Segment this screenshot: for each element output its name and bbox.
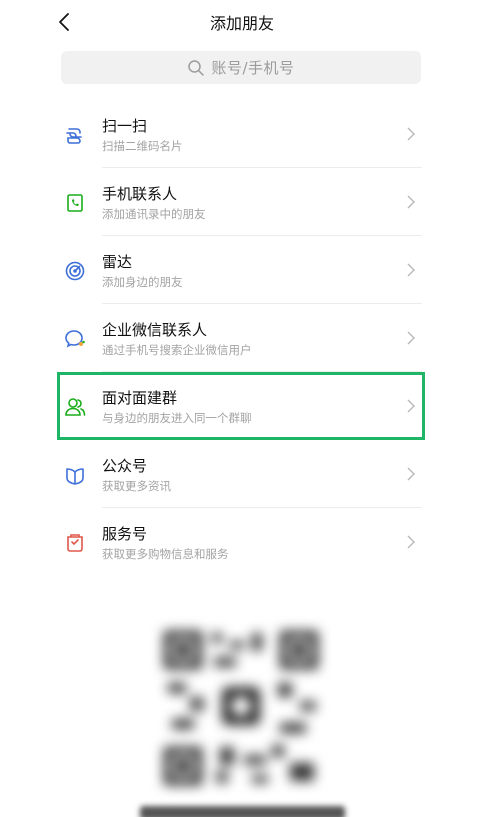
chevron-right-icon xyxy=(407,467,415,481)
option-phone-contacts[interactable]: 手机联系人 添加通讯录中的朋友 xyxy=(0,168,484,236)
option-subtitle: 添加通讯录中的朋友 xyxy=(102,207,206,221)
scan-icon xyxy=(66,128,82,144)
option-title: 公众号 xyxy=(102,457,148,475)
search-icon xyxy=(188,59,205,76)
option-subtitle: 通过手机号搜索企业微信用户 xyxy=(102,343,252,357)
face-to-face-group-icon xyxy=(65,398,86,416)
option-title: 服务号 xyxy=(102,525,148,543)
header: 添加朋友 xyxy=(0,0,484,44)
chevron-right-icon xyxy=(407,127,415,141)
option-title: 扫一扫 xyxy=(102,117,148,135)
option-face-to-face-group[interactable]: 面对面建群 与身边的朋友进入同一个群聊 xyxy=(57,372,425,440)
add-friend-options: 扫一扫 扫描二维码名片 手机联系人 添加通讯录中的朋友 雷达 添加身边的朋友 企… xyxy=(0,100,484,576)
option-title: 面对面建群 xyxy=(102,389,178,407)
qr-caption-blurred xyxy=(140,805,345,817)
qr-code-image xyxy=(160,627,322,789)
option-title: 雷达 xyxy=(102,253,133,271)
chevron-right-icon xyxy=(407,195,415,209)
option-title: 企业微信联系人 xyxy=(102,321,208,339)
service-accounts-icon xyxy=(67,534,83,552)
my-qr-code[interactable] xyxy=(160,627,322,789)
option-subtitle: 与身边的朋友进入同一个群聊 xyxy=(102,411,252,425)
chevron-right-icon xyxy=(407,331,415,345)
work-chat-icon xyxy=(65,330,85,348)
official-accounts-icon xyxy=(66,468,84,485)
option-subtitle: 获取更多购物信息和服务 xyxy=(102,547,229,561)
chevron-right-icon xyxy=(407,263,415,277)
option-official-accounts[interactable]: 公众号 获取更多资讯 xyxy=(0,440,484,508)
option-subtitle: 获取更多资讯 xyxy=(102,479,171,493)
option-subtitle: 扫描二维码名片 xyxy=(102,139,183,153)
option-work-chat-contacts[interactable]: 企业微信联系人 通过手机号搜索企业微信用户 xyxy=(0,304,484,372)
option-radar[interactable]: 雷达 添加身边的朋友 xyxy=(0,236,484,304)
option-service-accounts[interactable]: 服务号 获取更多购物信息和服务 xyxy=(0,508,484,576)
add-friends-page: 添加朋友 账号/手机号 扫一扫 扫描二维码名片 手机联系人 添加通讯录中的朋友 xyxy=(0,0,484,817)
option-subtitle: 添加身边的朋友 xyxy=(102,275,183,289)
radar-icon xyxy=(65,261,85,281)
page-title: 添加朋友 xyxy=(209,14,274,33)
chevron-right-icon xyxy=(407,535,415,549)
option-title: 手机联系人 xyxy=(102,185,178,203)
option-scan[interactable]: 扫一扫 扫描二维码名片 xyxy=(0,100,484,168)
search-input[interactable]: 账号/手机号 xyxy=(61,51,421,84)
phone-contacts-icon xyxy=(67,194,83,212)
chevron-right-icon xyxy=(407,399,415,413)
search-placeholder: 账号/手机号 xyxy=(211,59,295,77)
